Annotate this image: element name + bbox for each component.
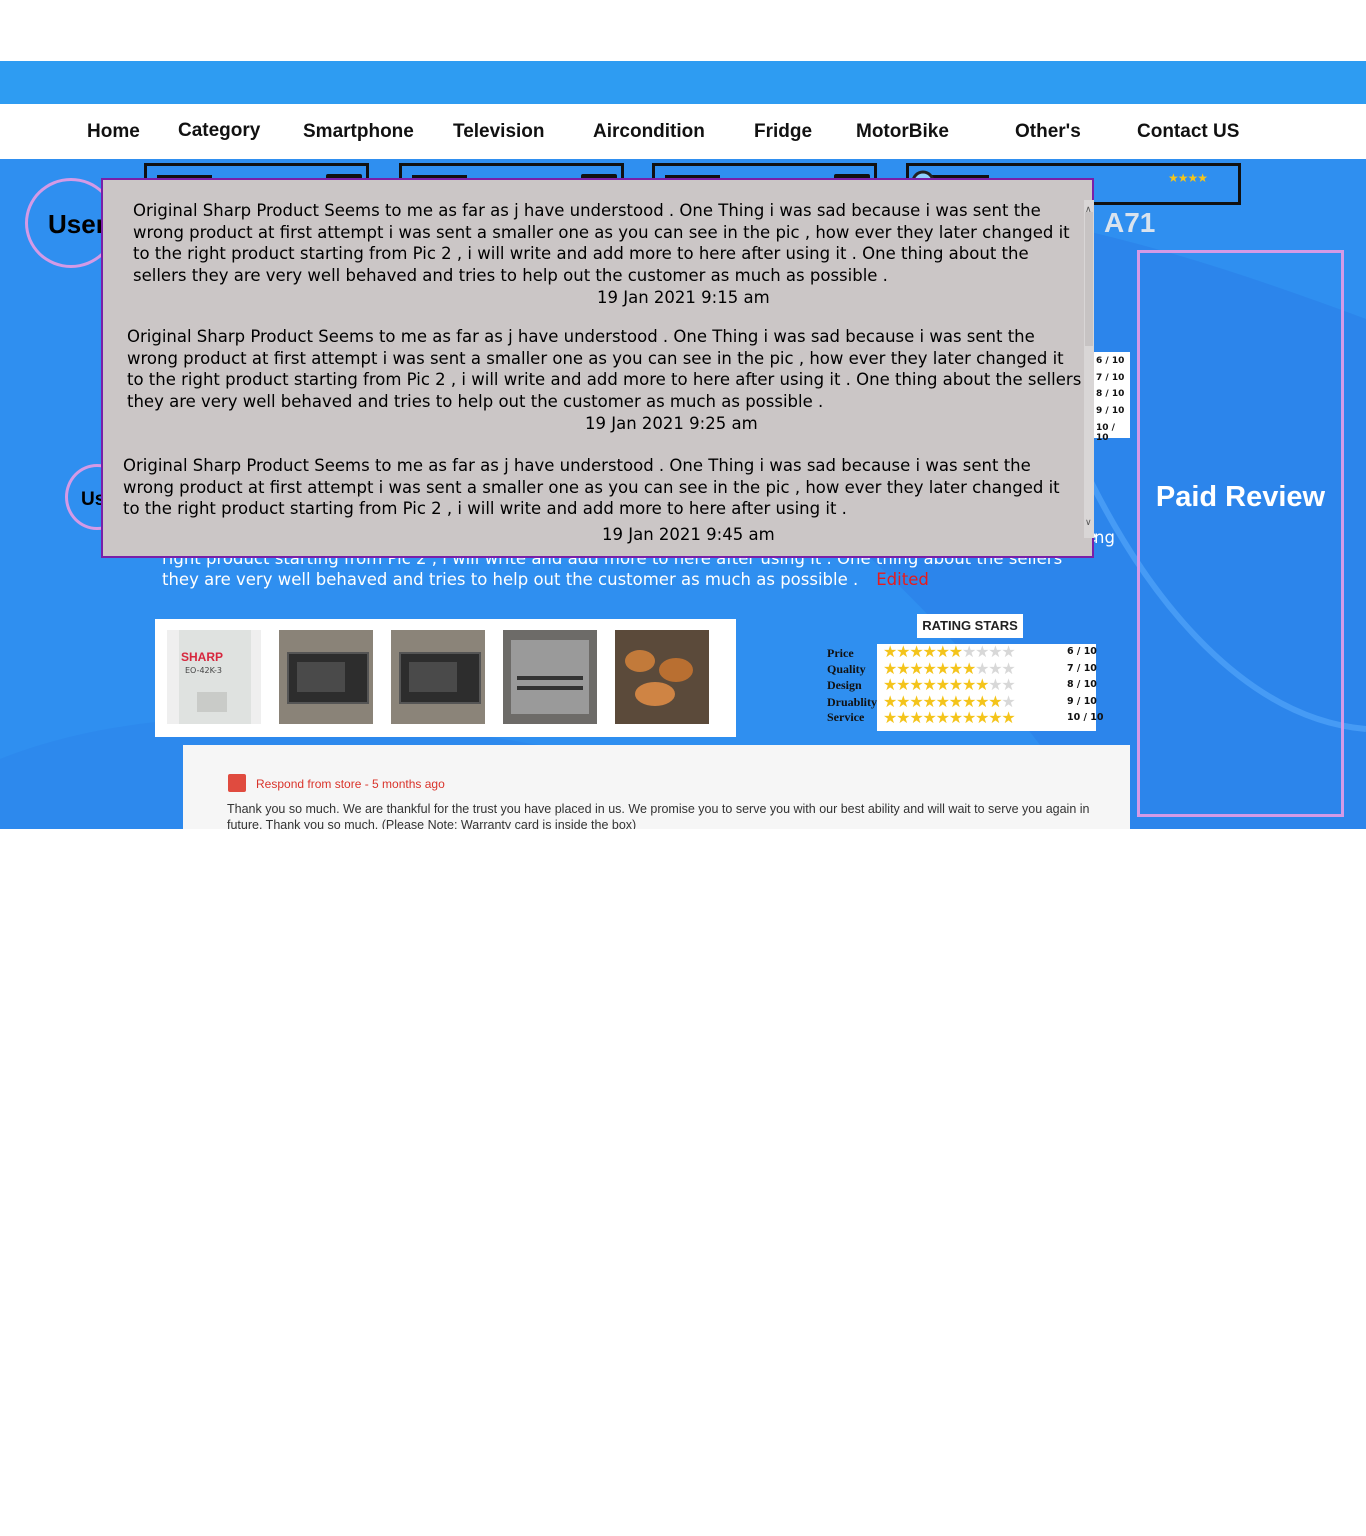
nav-fridge[interactable]: Fridge (754, 121, 812, 143)
history-entry-text: Original Sharp Product Seems to me as fa… (127, 327, 1082, 411)
popup-scrollbar-thumb[interactable] (1085, 212, 1093, 346)
rating-label-design: Design (827, 678, 862, 692)
store-response: Respond from store - 5 months ago Thank … (183, 745, 1130, 829)
sharp-logo-text: SHARP (181, 650, 224, 664)
gallery-thumb-2[interactable] (279, 630, 373, 724)
nav-smartphone[interactable]: Smartphone (303, 121, 414, 143)
rating-score: 10 / 10 (1067, 712, 1104, 723)
edit-history-popup[interactable]: Original Sharp Product Seems to me as fa… (101, 178, 1094, 558)
store-response-header: Respond from store - 5 months ago (256, 777, 445, 791)
rating-label-durability: Druablity (827, 695, 878, 709)
gallery-thumb-1[interactable]: SHARP EO-42K-3 (167, 630, 261, 724)
rating-score: 8 / 10 (1067, 679, 1097, 690)
rating-stars-panel: ★★★★★★★★★★ 6 / 10 ★★★★★★★★★★ 7 / 10 ★★★★★★… (877, 642, 1104, 731)
background-score-column: 6 / 10 7 / 10 8 / 10 9 / 10 10 / 10 (1094, 352, 1130, 443)
scroll-up-icon[interactable]: ∧ (1085, 205, 1092, 215)
history-entry-date: 19 Jan 2021 9:45 am (602, 525, 775, 544)
box-model-text: EO-42K-3 (185, 666, 223, 675)
gallery-thumb-5[interactable] (615, 630, 709, 724)
rating-label-quality: Quality (827, 662, 866, 676)
score-label: 6 / 10 (1096, 356, 1125, 366)
gallery-thumb-3[interactable] (391, 630, 485, 724)
product-title: A71 (1104, 207, 1156, 238)
history-entry-text: Original Sharp Product Seems to me as fa… (123, 456, 1060, 518)
review-photo-gallery: SHARP EO-42K-3 (155, 619, 736, 737)
score-label: 9 / 10 (1096, 406, 1125, 416)
nav-home[interactable]: Home (87, 121, 140, 143)
rating-stars-title: RATING STARS (917, 614, 1023, 638)
paid-review-label: Paid Review (1155, 481, 1326, 513)
nav-television[interactable]: Television (453, 121, 545, 143)
nav-contact-us[interactable]: Contact US (1137, 121, 1239, 143)
star-rating-icon: ★★★★★★★★★★ (883, 675, 1016, 694)
nav-aircondition[interactable]: Aircondition (593, 121, 705, 143)
history-entry-date: 19 Jan 2021 9:15 am (597, 288, 770, 307)
store-icon (228, 774, 246, 792)
rating-score: 7 / 10 (1067, 663, 1097, 674)
search-stars-icon: ★★★★ (1168, 171, 1208, 185)
rating-score: 9 / 10 (1067, 696, 1097, 707)
rating-label-service: Service (827, 710, 865, 724)
store-response-body: Thank you so much. We are thankful for t… (227, 802, 1090, 829)
nav-motorbike[interactable]: MotorBike (856, 121, 949, 143)
score-label: 8 / 10 (1096, 389, 1125, 399)
score-label: 10 / 10 (1096, 423, 1115, 443)
rating-score: 6 / 10 (1067, 646, 1097, 657)
paid-review-panel[interactable]: Paid Review (1137, 250, 1344, 817)
star-rating-icon: ★★★★★★★★★★ (883, 642, 1016, 661)
rating-label-price: Price (827, 646, 854, 660)
top-banner (0, 61, 1366, 104)
nav-others[interactable]: Other's (1015, 121, 1081, 143)
nav-category[interactable]: Category (178, 120, 260, 142)
history-entry-text: Original Sharp Product Seems to me as fa… (133, 201, 1070, 285)
gallery-thumb-4[interactable] (503, 630, 597, 724)
edited-label[interactable]: Edited (876, 570, 929, 589)
star-rating-icon: ★★★★★★★★★★ (883, 708, 1016, 727)
score-label: 7 / 10 (1096, 373, 1125, 383)
user-avatar-label: User (48, 209, 106, 239)
history-entry-date: 19 Jan 2021 9:25 am (585, 414, 758, 433)
scroll-down-icon[interactable]: ∨ (1085, 518, 1092, 528)
